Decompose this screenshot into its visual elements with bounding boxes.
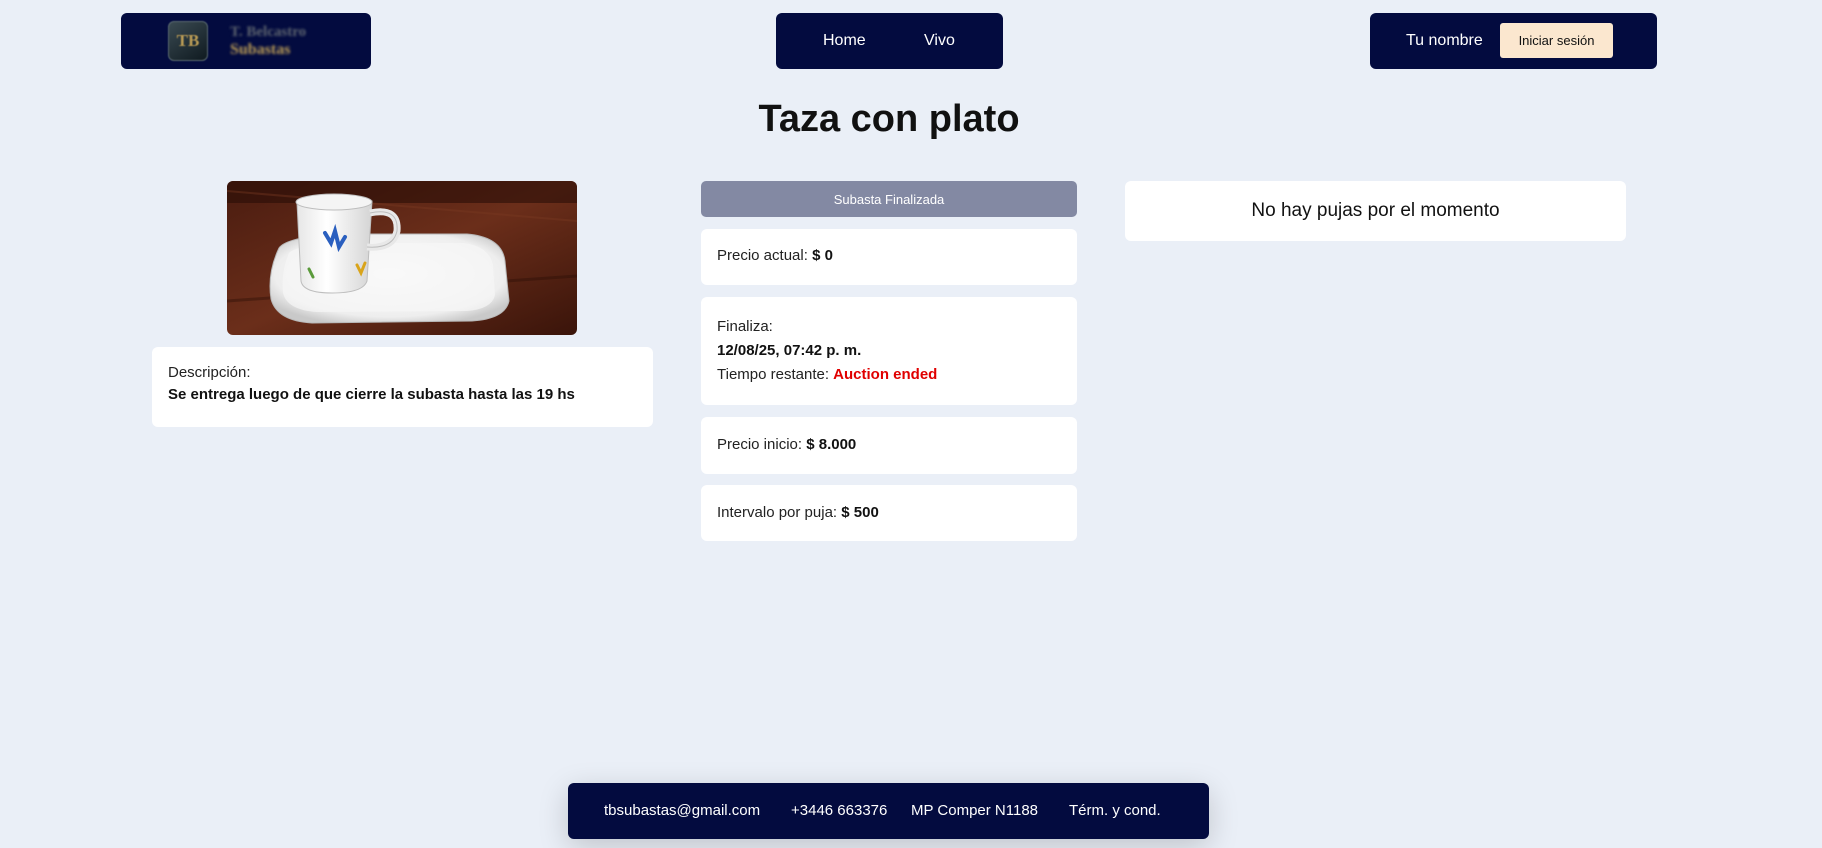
current-price-card: Precio actual: $ 0 <box>701 229 1077 285</box>
bids-panel: No hay pujas por el momento <box>1125 181 1626 241</box>
footer-phone[interactable]: +3446 663376 <box>791 802 887 819</box>
bid-interval-label: Intervalo por puja: <box>717 504 838 521</box>
start-price-value: $ 8.000 <box>806 436 857 453</box>
description-card: Descripción: Se entrega luego de que cie… <box>152 347 653 427</box>
footer-email[interactable]: tbsubastas@gmail.com <box>604 802 760 819</box>
remaining-label: Tiempo restante: <box>717 366 829 383</box>
current-price-label: Precio actual: <box>717 247 808 264</box>
footer: tbsubastas@gmail.com +3446 663376 MP Com… <box>568 783 1209 839</box>
user-name: Tu nombre <box>1406 32 1483 49</box>
description-text: Se entrega luego de que cierre la subast… <box>168 386 575 403</box>
end-time-card: Finaliza: 12/08/25, 07:42 p. m. Tiempo r… <box>701 297 1077 405</box>
bid-interval-value: $ 500 <box>841 504 879 521</box>
auction-status-badge: Subasta Finalizada <box>701 181 1077 217</box>
logo-container[interactable]: TB T. Belcastro Subastas <box>121 13 371 69</box>
logo-line-1: T. Belcastro <box>230 24 307 40</box>
description-label: Descripción: <box>168 364 251 381</box>
no-bids-message: No hay pujas por el momento <box>1251 200 1500 221</box>
nav-link-home[interactable]: Home <box>823 32 866 50</box>
user-area: Tu nombre Iniciar sesión <box>1370 13 1657 69</box>
ends-value: 12/08/25, 07:42 p. m. <box>717 342 862 359</box>
login-button[interactable]: Iniciar sesión <box>1500 23 1613 58</box>
logo-icon: TB <box>168 21 208 61</box>
current-price-value: $ 0 <box>812 247 833 264</box>
logo-line-2: Subastas <box>230 41 291 58</box>
footer-terms-link[interactable]: Térm. y cond. <box>1069 802 1161 819</box>
footer-license: MP Comper N1188 <box>911 802 1039 819</box>
product-image[interactable] <box>227 181 577 335</box>
nav-link-vivo[interactable]: Vivo <box>924 32 955 50</box>
start-price-card: Precio inicio: $ 8.000 <box>701 417 1077 474</box>
start-price-label: Precio inicio: <box>717 436 803 453</box>
page-title: Taza con plato <box>758 98 1020 140</box>
remaining-value: Auction ended <box>833 366 938 383</box>
logo-text: T. Belcastro Subastas <box>230 23 306 59</box>
bid-interval-card: Intervalo por puja: $ 500 <box>701 485 1077 541</box>
main-nav: Home Vivo <box>776 13 1003 69</box>
ends-label: Finaliza: <box>717 318 773 335</box>
